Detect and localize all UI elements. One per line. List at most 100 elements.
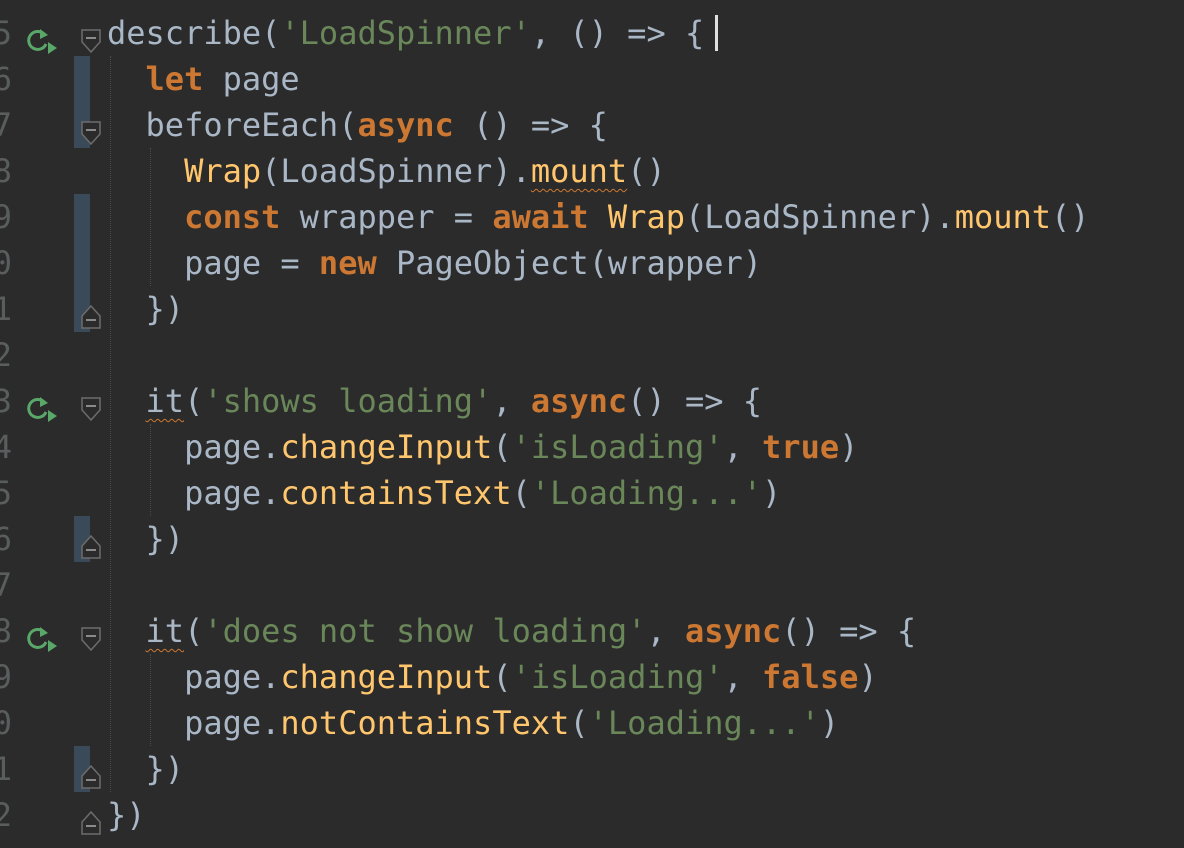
fold-end-icon[interactable] xyxy=(80,802,102,835)
fold-end-icon[interactable] xyxy=(80,526,102,559)
code-text[interactable]: }) xyxy=(107,286,185,332)
line-number[interactable]: 5 xyxy=(0,10,12,56)
code-text[interactable]: }) xyxy=(107,792,146,838)
code-token: }) xyxy=(145,520,185,558)
code-token: false xyxy=(762,658,859,696)
code-text[interactable]: it('shows loading', async() => { xyxy=(107,378,763,424)
line-number[interactable]: 1 xyxy=(0,286,12,332)
code-text[interactable]: page = new PageObject(wrapper) xyxy=(107,240,762,286)
code-line[interactable]: 2}) xyxy=(0,792,1184,838)
code-token: 'isLoading' xyxy=(511,658,724,696)
code-text[interactable]: page.notContainsText('Loading...') xyxy=(107,700,839,746)
code-line[interactable]: 9 page.changeInput('isLoading', false) xyxy=(0,654,1184,700)
line-number[interactable]: 0 xyxy=(0,700,12,746)
run-test-icon[interactable] xyxy=(24,20,58,54)
code-text[interactable]: let page xyxy=(107,56,300,102)
fold-collapse-icon[interactable] xyxy=(80,618,102,652)
code-line[interactable]: 1 }) xyxy=(0,286,1184,332)
code-token: }) xyxy=(145,290,185,328)
code-line[interactable]: 6 }) xyxy=(0,516,1184,562)
code-token: Wrap xyxy=(607,198,685,236)
run-test-icon[interactable] xyxy=(24,388,58,422)
fold-collapse-icon[interactable] xyxy=(80,20,102,54)
line-number[interactable]: 6 xyxy=(0,516,12,562)
code-text[interactable]: Wrap(LoadSpinner).mount() xyxy=(107,148,666,194)
code-token: async xyxy=(357,106,454,144)
code-editor[interactable]: 5 describe('LoadSpinner', () => {6 let pa… xyxy=(0,0,1184,840)
code-text[interactable]: page.changeInput('isLoading', false) xyxy=(107,654,878,700)
code-line[interactable]: 6 let page xyxy=(0,56,1184,102)
line-number[interactable]: 4 xyxy=(0,424,12,470)
whitespace-marker xyxy=(107,428,184,466)
code-token: let xyxy=(145,60,204,98)
line-number[interactable]: 9 xyxy=(0,654,12,700)
code-line[interactable]: 0 page = new PageObject(wrapper) xyxy=(0,240,1184,286)
code-line[interactable]: 0 page.notContainsText('Loading...') xyxy=(0,700,1184,746)
whitespace-marker xyxy=(107,704,184,742)
line-number[interactable]: 7 xyxy=(0,562,12,608)
code-token: mount xyxy=(954,198,1052,236)
code-line[interactable]: 1 }) xyxy=(0,746,1184,792)
whitespace-marker xyxy=(107,474,184,512)
line-number[interactable]: 2 xyxy=(0,792,12,838)
code-token: describe( xyxy=(107,14,281,52)
whitespace-marker xyxy=(107,612,146,650)
code-line[interactable]: 2 xyxy=(0,332,1184,378)
code-token: containsText xyxy=(280,474,512,512)
whitespace-marker xyxy=(107,658,184,696)
code-line[interactable]: 7 xyxy=(0,562,1184,608)
whitespace-marker xyxy=(107,290,146,328)
code-line[interactable]: 3 it('shows loading', async() => { xyxy=(0,378,1184,424)
code-token: mount xyxy=(530,152,628,190)
code-text[interactable]: const wrapper = await Wrap(LoadSpinner).… xyxy=(107,194,1090,240)
line-number[interactable]: 6 xyxy=(0,56,12,102)
code-token: , xyxy=(723,428,763,466)
code-token: () xyxy=(1051,198,1090,236)
line-number[interactable]: 5 xyxy=(0,470,12,516)
code-text[interactable]: page.containsText('Loading...') xyxy=(107,470,781,516)
code-text[interactable]: }) xyxy=(107,516,185,562)
code-line[interactable]: 7 beforeEach(async () => { xyxy=(0,102,1184,148)
code-token: page. xyxy=(184,428,281,466)
fold-collapse-icon[interactable] xyxy=(80,112,102,146)
code-token: it xyxy=(145,382,185,420)
code-token: ) xyxy=(839,428,859,466)
line-number[interactable]: 8 xyxy=(0,148,12,194)
line-number[interactable]: 3 xyxy=(0,378,12,424)
line-number[interactable]: 2 xyxy=(0,332,12,378)
code-text[interactable]: it('does not show loading', async() => { xyxy=(107,608,917,654)
code-line[interactable]: 9 const wrapper = await Wrap(LoadSpinner… xyxy=(0,194,1184,240)
line-number[interactable]: 7 xyxy=(0,102,12,148)
fold-end-icon[interactable] xyxy=(80,756,102,789)
code-token: () xyxy=(627,152,666,190)
line-number[interactable]: 8 xyxy=(0,608,12,654)
code-token: ( xyxy=(492,658,512,696)
fold-end-icon[interactable] xyxy=(80,296,102,329)
code-text[interactable]: page.changeInput('isLoading', true) xyxy=(107,424,858,470)
code-token: page xyxy=(203,60,300,98)
code-line[interactable]: 8 Wrap(LoadSpinner).mount() xyxy=(0,148,1184,194)
code-text[interactable]: }) xyxy=(107,746,185,792)
code-line[interactable]: 4 page.changeInput('isLoading', true) xyxy=(0,424,1184,470)
code-text[interactable]: describe('LoadSpinner', () => { xyxy=(107,10,704,56)
code-token: async xyxy=(530,382,628,420)
code-token: , xyxy=(723,658,763,696)
line-number[interactable]: 9 xyxy=(0,194,12,240)
fold-collapse-icon[interactable] xyxy=(80,388,102,422)
code-token: true xyxy=(762,428,840,466)
code-line[interactable]: 5 describe('LoadSpinner', () => { xyxy=(0,10,1184,56)
code-token: () => { xyxy=(781,612,917,650)
code-token: PageObject(wrapper) xyxy=(376,244,763,282)
code-token: await xyxy=(492,198,589,236)
code-line[interactable]: 8 it('does not show loading', async() =>… xyxy=(0,608,1184,654)
code-token: ) xyxy=(762,474,782,512)
line-number[interactable]: 0 xyxy=(0,240,12,286)
code-token: }) xyxy=(107,796,146,834)
whitespace-marker xyxy=(107,750,146,788)
code-token: ( xyxy=(492,428,512,466)
run-test-icon[interactable] xyxy=(24,618,58,652)
code-line[interactable]: 5 page.containsText('Loading...') xyxy=(0,470,1184,516)
line-number[interactable]: 1 xyxy=(0,746,12,792)
code-token: ( xyxy=(184,612,204,650)
code-text[interactable]: beforeEach(async () => { xyxy=(107,102,608,148)
